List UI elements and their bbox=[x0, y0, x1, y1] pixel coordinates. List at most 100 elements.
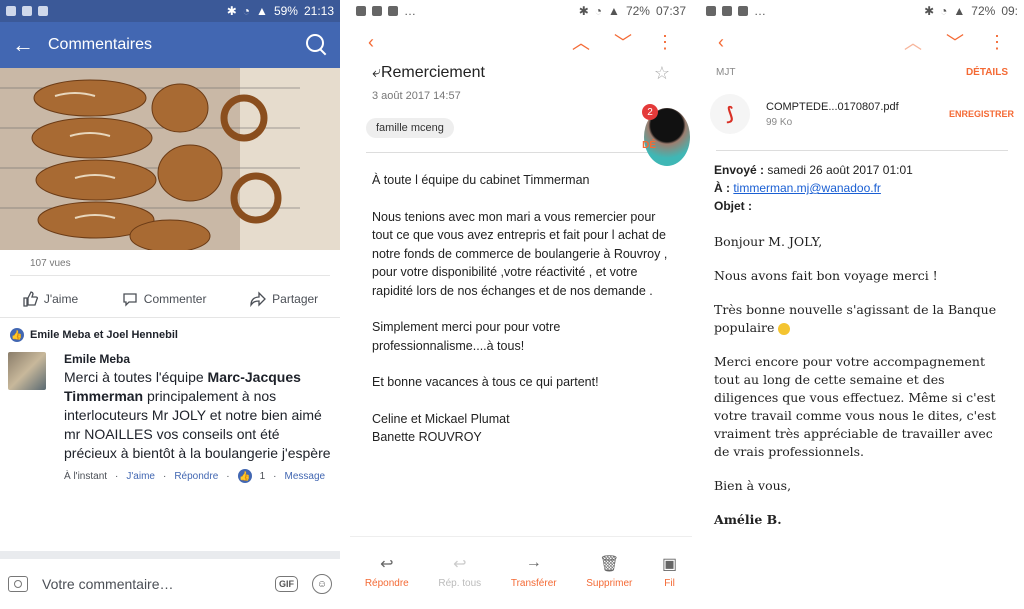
mail-paragraph: Nous avons fait bon voyage merci ! bbox=[714, 268, 938, 283]
save-attachment-button[interactable]: ENREGISTRER bbox=[949, 109, 1014, 119]
mail-signature: Amélie B. bbox=[714, 512, 782, 527]
comment-message-link[interactable]: Message bbox=[285, 471, 326, 482]
avatar[interactable] bbox=[8, 352, 46, 390]
sent-label: Envoyé : bbox=[714, 163, 765, 177]
delete-button[interactable]: 🗑 Supprimer bbox=[586, 554, 632, 589]
status-bar: … ✱ ◔ ▲ 72% 09: bbox=[700, 0, 1024, 22]
reply-all-button[interactable]: ↩ Rép. tous bbox=[438, 554, 481, 589]
search-icon[interactable] bbox=[306, 34, 328, 56]
recipient-email-link[interactable]: timmerman.mj@wanadoo.fr bbox=[733, 181, 881, 195]
mail-paragraph: À toute l équipe du cabinet Timmerman bbox=[372, 173, 590, 187]
sender-chip[interactable]: famille mceng bbox=[366, 118, 454, 138]
subject-label: Objet : bbox=[714, 199, 752, 213]
delete-label: Supprimer bbox=[586, 578, 633, 589]
bread-photo[interactable] bbox=[0, 68, 340, 250]
notification-icon bbox=[38, 6, 48, 16]
comment-time: À l'instant bbox=[64, 470, 108, 482]
thread-icon: ▣ bbox=[662, 556, 678, 573]
page-title: Commentaires bbox=[48, 36, 153, 53]
mail-paragraph: Nous tenions avec mon mari a vous remerc… bbox=[372, 209, 668, 298]
mail-paragraph: Très bonne nouvelle s'agissant de la Ban… bbox=[714, 301, 1010, 337]
more-menu-icon[interactable]: ⋮ bbox=[988, 32, 1006, 53]
wifi-icon: ◔ bbox=[940, 4, 948, 18]
mail-subject-text: Remerciement bbox=[380, 64, 485, 81]
reply-all-icon: ↩ bbox=[453, 556, 467, 573]
status-bar: … ✱ ◔ ▲ 72% 07:37 bbox=[350, 0, 692, 22]
bluetooth-icon: ✱ bbox=[578, 4, 589, 18]
back-chevron-icon[interactable]: ‹ bbox=[718, 32, 724, 53]
badge-count: 2 bbox=[642, 104, 658, 120]
mail-actions: ↩ Répondre ↩ Rép. tous → Transférer 🗑 Suppri… bbox=[350, 554, 692, 589]
back-chevron-icon[interactable]: ‹ bbox=[368, 32, 374, 53]
clock: 07:37 bbox=[655, 4, 686, 18]
like-button[interactable]: J'aime bbox=[22, 290, 79, 307]
comment-like-link[interactable]: J'aime bbox=[126, 471, 155, 482]
forward-button[interactable]: → Transférer bbox=[511, 554, 557, 589]
email-panel-remerciement: … ✱ ◔ ▲ 72% 07:37 ‹ ︿ ﹀ ⋮ ⤶Remerciement … bbox=[350, 0, 692, 609]
details-link[interactable]: DÉTAILS bbox=[966, 67, 1008, 78]
mail-body: À toute l équipe du cabinet Timmerman No… bbox=[350, 153, 692, 447]
comment-text: Merci à toutes l'équipe Marc-Jacques Tim… bbox=[64, 368, 332, 463]
comment-like-count[interactable]: 1 bbox=[260, 471, 266, 482]
reply-button[interactable]: ↩ Répondre bbox=[365, 554, 409, 589]
like-reaction-icon: 👍 bbox=[10, 328, 24, 342]
comment-author[interactable]: Emile Meba bbox=[64, 352, 332, 366]
notification-icon bbox=[722, 6, 732, 16]
mail-toolbar: ‹ ︿ ﹀ ⋮ bbox=[700, 22, 1024, 62]
signal-icon: ▲ bbox=[953, 4, 966, 18]
more-menu-icon[interactable]: ⋮ bbox=[656, 32, 674, 53]
emoji-icon[interactable]: ☺ bbox=[312, 574, 332, 594]
mail-paragraph: Et bonne vacances à tous ce qui partent! bbox=[372, 375, 599, 389]
likers-row[interactable]: 👍 Emile Meba et Joel Hennebil bbox=[0, 318, 340, 350]
back-arrow-icon[interactable]: ← bbox=[12, 32, 48, 58]
details-link[interactable]: DÉ bbox=[642, 140, 656, 151]
separator-dot: · bbox=[273, 470, 277, 482]
facebook-comments-panel: ✱ ◔ ▲ 59% 21:13 ← Commentaires 107 vues … bbox=[0, 0, 340, 609]
sender-chip[interactable]: MJT bbox=[716, 67, 966, 78]
share-button[interactable]: Partager bbox=[250, 290, 318, 307]
divider bbox=[350, 536, 692, 537]
comment-button[interactable]: Commenter bbox=[122, 291, 206, 307]
mail-paragraph: Simplement merci pour pour votre profess… bbox=[372, 320, 561, 353]
next-mail-icon[interactable]: ﹀ bbox=[614, 29, 632, 55]
comment-meta: À l'instant · J'aime · Répondre · 👍 1 · … bbox=[64, 469, 332, 483]
star-icon[interactable]: ☆ bbox=[654, 63, 670, 84]
next-mail-icon[interactable]: ﹀ bbox=[946, 29, 964, 55]
mail-subject: ⤶Remerciement bbox=[372, 64, 485, 81]
comment-item: Emile Meba Merci à toutes l'équipe Marc-… bbox=[0, 350, 340, 485]
comment-input[interactable]: Votre commentaire… bbox=[42, 576, 261, 592]
status-bar: ✱ ◔ ▲ 59% 21:13 bbox=[0, 0, 340, 22]
previous-mail-icon[interactable]: ︿ bbox=[904, 29, 922, 55]
sender-row: MJT DÉTAILS bbox=[700, 62, 1024, 82]
view-count: 107 vues bbox=[10, 250, 330, 276]
notification-icon bbox=[356, 6, 366, 16]
attachment-name: COMPTEDE...0170807.pdf bbox=[766, 100, 899, 113]
comment-reply-link[interactable]: Répondre bbox=[174, 471, 218, 482]
like-label: J'aime bbox=[43, 291, 79, 306]
signature-line: Celine et Mickael Plumat bbox=[372, 411, 510, 426]
separator-dot: · bbox=[162, 470, 167, 482]
forward-label: Transférer bbox=[510, 578, 557, 589]
battery-level: 72% bbox=[625, 4, 650, 18]
previous-mail-icon[interactable]: ︿ bbox=[572, 29, 590, 55]
battery-level: 72% bbox=[971, 4, 996, 18]
email-panel-amelie: … ✱ ◔ ▲ 72% 09: ‹ ︿ ﹀ ⋮ MJT DÉTAILS ⟆ CO… bbox=[700, 0, 1024, 609]
pdf-icon: ⟆ bbox=[710, 94, 750, 134]
mail-body: Bonjour M. JOLY, Nous avons fait bon voy… bbox=[700, 215, 1024, 529]
divider bbox=[340, 0, 350, 609]
camera-icon[interactable] bbox=[8, 576, 28, 592]
comment-bubble-icon bbox=[122, 291, 138, 307]
emoji-icon bbox=[778, 322, 791, 335]
thread-label: Fil bbox=[664, 578, 675, 589]
gif-button[interactable]: GIF bbox=[275, 576, 298, 592]
bluetooth-icon: ✱ bbox=[924, 4, 935, 18]
notification-icon bbox=[738, 6, 748, 16]
wifi-icon: ◔ bbox=[242, 4, 251, 18]
notification-icon bbox=[6, 6, 16, 16]
thread-button[interactable]: ▣ Fil bbox=[662, 554, 677, 589]
thumbs-up-icon bbox=[22, 290, 38, 307]
mail-date: 3 août 2017 14:57 bbox=[372, 90, 461, 102]
mail-closing: Bien à vous, bbox=[714, 478, 792, 493]
more-notifications-icon: … bbox=[404, 4, 416, 18]
attachment-row[interactable]: ⟆ COMPTEDE...0170807.pdf 99 Ko ENREGISTR… bbox=[700, 82, 1024, 146]
